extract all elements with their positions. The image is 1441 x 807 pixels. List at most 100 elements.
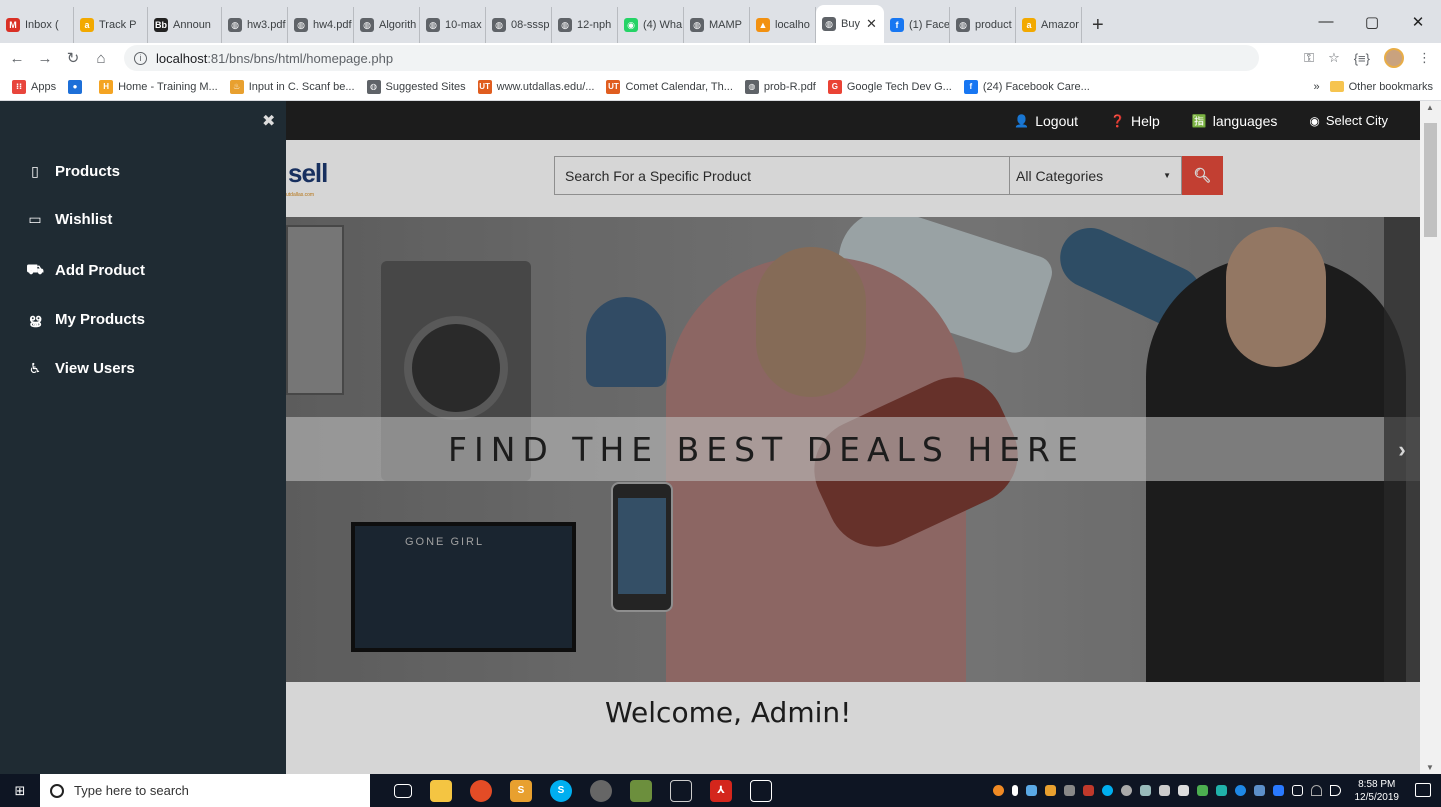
file-explorer-icon[interactable] bbox=[430, 779, 452, 802]
tray-dollar-icon[interactable] bbox=[1011, 785, 1018, 796]
sidebar-item-my-products[interactable]: ൠ My Products bbox=[25, 311, 145, 328]
tray-app-icon[interactable] bbox=[1063, 785, 1075, 796]
key-icon[interactable]: ⚿ bbox=[1304, 50, 1314, 66]
bluetooth-icon[interactable] bbox=[1234, 785, 1246, 796]
tab-12[interactable]: ◍ Buy ✕ bbox=[816, 5, 884, 43]
page-scrollbar[interactable]: ▲ ▼ bbox=[1420, 101, 1441, 774]
tab-label: Amazor bbox=[1041, 19, 1079, 31]
other-bookmarks-folder[interactable]: Other bookmarks bbox=[1329, 81, 1433, 93]
home-icon[interactable]: ⌂ bbox=[90, 50, 112, 67]
bookmark-item[interactable]: ◍ prob-R.pdf bbox=[744, 79, 816, 94]
tray-app-icon[interactable] bbox=[1215, 785, 1227, 796]
tray-app-icon[interactable] bbox=[992, 785, 1004, 796]
bookmark-item[interactable]: UT www.utdallas.edu/... bbox=[477, 79, 594, 94]
tray-app-icon[interactable] bbox=[1253, 785, 1265, 796]
tab-9[interactable]: ◉ (4) Wha bbox=[618, 7, 684, 43]
chrome-icon[interactable] bbox=[470, 779, 492, 802]
bookmark-star-icon[interactable]: ☆ bbox=[1328, 50, 1340, 66]
tab-4[interactable]: ◍ hw4.pdf bbox=[288, 7, 354, 43]
sidebar-item-wishlist[interactable]: ▭ Wishlist bbox=[25, 211, 112, 228]
sidebar-item-view-users[interactable]: ♿ View Users bbox=[25, 360, 135, 377]
tray-app-icon[interactable] bbox=[1177, 785, 1189, 796]
sidebar-item-add-product[interactable]: ⛟ Add Product bbox=[25, 261, 145, 280]
new-tab-icon[interactable]: + bbox=[1092, 7, 1104, 43]
tab-13[interactable]: f (1) Face bbox=[884, 7, 950, 43]
photos-icon[interactable] bbox=[750, 779, 772, 802]
bookmark-item[interactable]: ◍ Suggested Sites bbox=[366, 79, 466, 94]
forward-arrow-icon[interactable]: → bbox=[34, 50, 56, 67]
volume-icon[interactable] bbox=[1329, 785, 1341, 796]
maximize-button[interactable]: ▢ bbox=[1349, 0, 1395, 43]
close-window-button[interactable]: ✕ bbox=[1395, 0, 1441, 43]
tab-10[interactable]: ◍ MAMP bbox=[684, 7, 750, 43]
tab-1[interactable]: a Track P bbox=[74, 7, 148, 43]
scroll-up-icon[interactable]: ▲ bbox=[1426, 103, 1434, 112]
bookmark-item[interactable]: ♨ Input in C. Scanf be... bbox=[229, 79, 355, 94]
bookmarks-overflow-icon[interactable]: » bbox=[1314, 81, 1320, 93]
wifi-icon[interactable] bbox=[1310, 785, 1322, 796]
profile-avatar[interactable] bbox=[1384, 48, 1404, 68]
tab-5[interactable]: ◍ Algorith bbox=[354, 7, 420, 43]
bookmark-item[interactable]: H Home - Training M... bbox=[99, 79, 218, 94]
minimize-button[interactable]: — bbox=[1303, 0, 1349, 43]
tray-app-icon[interactable] bbox=[1120, 785, 1132, 796]
tab-2[interactable]: Bb Announ bbox=[148, 7, 222, 43]
tray-app-icon[interactable] bbox=[1044, 785, 1056, 796]
task-view-icon[interactable] bbox=[394, 783, 412, 798]
bookmark-favicon-icon: G bbox=[827, 79, 842, 94]
logout-link[interactable]: 👤 Logout bbox=[1014, 113, 1078, 129]
bookmark-favicon-icon: ● bbox=[68, 79, 83, 94]
notepad-icon[interactable] bbox=[630, 779, 652, 802]
sidebar-item-products[interactable]: ▯ Products bbox=[25, 163, 120, 180]
close-tab-icon[interactable]: ✕ bbox=[866, 16, 877, 32]
tab-0[interactable]: M Inbox ( bbox=[0, 7, 74, 43]
bookmark-item[interactable]: ⁝⁝ Apps bbox=[12, 79, 56, 94]
bookmark-item[interactable]: ● bbox=[68, 79, 87, 94]
tray-app-icon[interactable] bbox=[1025, 785, 1037, 796]
tab-15[interactable]: a Amazor bbox=[1016, 7, 1082, 43]
tab-8[interactable]: ◍ 12-nph bbox=[552, 7, 618, 43]
skype-tray-icon[interactable] bbox=[1101, 785, 1113, 796]
acrobat-icon[interactable]: ⅄ bbox=[710, 779, 732, 802]
back-arrow-icon[interactable]: ← bbox=[6, 50, 28, 67]
bookmark-item[interactable]: G Google Tech Dev G... bbox=[827, 79, 952, 94]
scrollbar-thumb[interactable] bbox=[1424, 123, 1437, 237]
menu-dots-icon[interactable]: ⋮ bbox=[1418, 50, 1431, 66]
tab-label: Algorith bbox=[379, 19, 417, 31]
location-pin-icon: ◉ bbox=[1309, 113, 1320, 128]
scroll-down-icon[interactable]: ▼ bbox=[1426, 763, 1434, 772]
tab-11[interactable]: ▲ localho bbox=[750, 7, 816, 43]
tab-7[interactable]: ◍ 08-sssp bbox=[486, 7, 552, 43]
tab-3[interactable]: ◍ hw3.pdf bbox=[222, 7, 288, 43]
cortana-icon bbox=[50, 783, 64, 798]
windows-start-icon[interactable]: ⊞ bbox=[0, 774, 40, 807]
tab-14[interactable]: ◍ product bbox=[950, 7, 1016, 43]
extension-icon[interactable]: {≡} bbox=[1354, 51, 1370, 66]
languages-link[interactable]: 🈯 languages bbox=[1192, 113, 1278, 129]
skype-icon[interactable]: S bbox=[550, 779, 572, 802]
tray-app-icon[interactable] bbox=[1196, 785, 1208, 796]
url-input[interactable]: i localhost:81/bns/bns/html/homepage.php bbox=[124, 45, 1259, 71]
tab-6[interactable]: ◍ 10-max bbox=[420, 7, 486, 43]
info-icon[interactable]: i bbox=[134, 51, 147, 65]
sublime-icon[interactable]: S bbox=[510, 779, 532, 802]
bookmark-item[interactable]: UT Comet Calendar, Th... bbox=[606, 79, 733, 94]
battery-icon[interactable] bbox=[1291, 785, 1303, 796]
terminal-icon[interactable] bbox=[670, 779, 692, 802]
taskbar-search-input[interactable]: Type here to search bbox=[40, 774, 370, 807]
taskbar-clock[interactable]: 8:58 PM 12/5/2019 bbox=[1355, 778, 1400, 804]
tray-app-icon[interactable] bbox=[1158, 785, 1170, 796]
github-icon[interactable] bbox=[590, 779, 612, 802]
tab-label: product bbox=[975, 19, 1012, 31]
notification-icon[interactable] bbox=[1415, 783, 1431, 797]
reload-icon[interactable]: ↻ bbox=[62, 49, 84, 67]
mcafee-icon[interactable] bbox=[1082, 785, 1094, 796]
globe-icon: ◍ bbox=[228, 18, 242, 32]
tray-app-icon[interactable] bbox=[1139, 785, 1151, 796]
tray-app-icon[interactable] bbox=[1272, 785, 1284, 796]
bookmark-item[interactable]: f (24) Facebook Care... bbox=[963, 79, 1090, 94]
close-icon[interactable]: ✖ bbox=[262, 111, 275, 131]
sidebar-overlay[interactable] bbox=[286, 140, 1420, 774]
select-city-link[interactable]: ◉ Select City bbox=[1309, 113, 1388, 128]
help-link[interactable]: ❓ Help bbox=[1110, 113, 1160, 129]
